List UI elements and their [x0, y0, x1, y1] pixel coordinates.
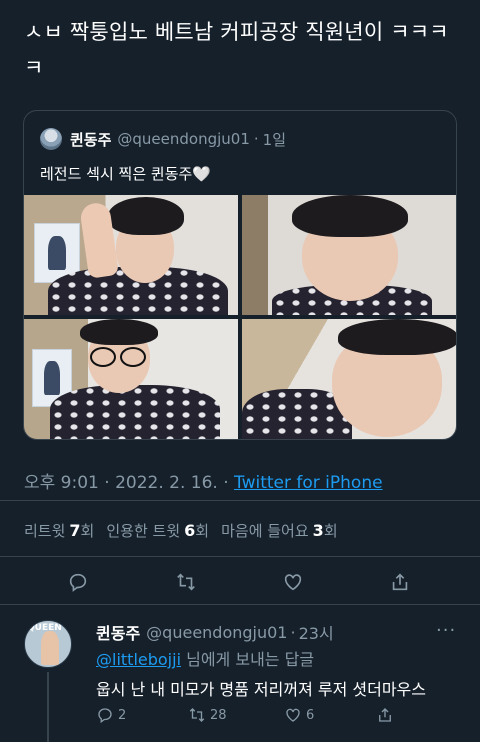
reply-like-button[interactable]: 6 — [284, 706, 314, 724]
like-icon — [284, 574, 302, 591]
likes-value: 3 — [312, 521, 324, 540]
replying-to: @littlebojji 님에게 보내는 답글 — [96, 646, 314, 670]
hair — [338, 319, 456, 355]
share-icon — [392, 573, 408, 591]
more-options-button[interactable]: ··· — [436, 620, 458, 641]
reply-separator: · — [290, 622, 296, 642]
tweet-timestamp[interactable]: 오후 9:01 · 2022. 2. 16. · — [24, 473, 229, 493]
like-icon — [286, 708, 300, 722]
reply-icon — [98, 708, 112, 724]
reply-reply-button[interactable]: 2 — [96, 706, 126, 724]
retweets-unit: 회 — [80, 522, 95, 540]
mention-link[interactable]: @littlebojji — [96, 650, 181, 669]
quoted-avatar[interactable] — [40, 128, 62, 150]
divider — [0, 500, 480, 501]
quoted-photo-2[interactable] — [242, 195, 456, 315]
reply-actions: 2 28 6 — [96, 706, 436, 730]
quoted-photo-1[interactable] — [24, 195, 238, 315]
retweets-count[interactable]: 리트윗 7회 — [24, 520, 94, 541]
glasses-right — [120, 347, 146, 367]
quotes-unit: 회 — [195, 522, 210, 540]
like-button[interactable] — [279, 568, 307, 596]
quoted-tweet-header: 퀸동주 @queendongju01 · 1일 — [40, 128, 286, 150]
engagement-counts: 리트윗 7회 인용한 트윗 6회 마음에 들어요 3회 — [24, 520, 350, 541]
avatar-figure — [41, 631, 59, 665]
quotes-value: 6 — [184, 521, 196, 540]
retweet-icon — [177, 573, 195, 591]
retweet-icon — [189, 708, 205, 722]
quoted-separator: · — [253, 130, 259, 148]
reply-count: 2 — [118, 707, 127, 723]
quotes-label: 인용한 트윗 — [106, 522, 181, 540]
reply-text: 웁시 난 내 미모가 명품 저리꺼져 루저 셧더마우스 — [96, 680, 427, 699]
hair — [292, 195, 408, 237]
retweets-label: 리트윗 — [24, 522, 66, 540]
tweet-metadata: 오후 9:01 · 2022. 2. 16. · Twitter for iPh… — [24, 468, 383, 493]
divider — [0, 556, 480, 557]
likes-count[interactable]: 마음에 들어요 3회 — [221, 520, 338, 541]
quoted-text: 레전드 섹시 찍은 퀸동주🤍 — [40, 165, 211, 183]
glasses-left — [90, 347, 116, 367]
reply-display-name[interactable]: 퀸동주 — [96, 620, 140, 644]
replying-to-suffix: 님에게 보내는 답글 — [186, 650, 315, 669]
quoted-display-name[interactable]: 퀸동주 — [70, 129, 111, 150]
retweets-value: 7 — [69, 521, 81, 540]
quoted-handle[interactable]: @queendongju01 — [117, 130, 249, 148]
reply-button[interactable] — [64, 568, 92, 596]
quotes-count[interactable]: 인용한 트윗 6회 — [106, 520, 209, 541]
tweet-source-link[interactable]: Twitter for iPhone — [234, 473, 383, 493]
reply-share-button[interactable] — [376, 706, 394, 724]
likes-label: 마음에 들어요 — [221, 522, 309, 540]
tweet-text: ㅅㅂ 짝퉁입노 베트남 커피공장 직원년이 ㅋㅋㅋㅋ — [24, 20, 449, 80]
quoted-tweet[interactable]: 퀸동주 @queendongju01 · 1일 레전드 섹시 찍은 퀸동주🤍 — [23, 110, 457, 440]
reply-icon — [69, 573, 87, 592]
thread-line — [47, 672, 49, 742]
patterned-shirt — [50, 385, 220, 439]
divider — [0, 604, 480, 605]
reply-avatar[interactable]: QUEEN — [24, 620, 72, 668]
hair — [108, 197, 184, 235]
reply-retweet-button[interactable]: 28 — [188, 706, 227, 724]
reply-timestamp[interactable]: 23시 — [299, 620, 334, 644]
share-icon — [379, 708, 391, 722]
like-count: 6 — [306, 707, 315, 723]
retweet-count: 28 — [210, 707, 227, 723]
share-button[interactable] — [386, 568, 414, 596]
quoted-photo-3[interactable] — [24, 319, 238, 439]
hair — [80, 319, 158, 345]
retweet-button[interactable] — [172, 568, 200, 596]
reply-header: 퀸동주 @queendongju01 · 23시 — [96, 620, 334, 644]
quoted-timestamp[interactable]: 1일 — [263, 129, 286, 150]
likes-unit: 회 — [323, 522, 338, 540]
reply-handle[interactable]: @queendongju01 — [146, 623, 287, 642]
tweet-actions — [0, 564, 480, 600]
quoted-photo-4[interactable] — [242, 319, 456, 439]
